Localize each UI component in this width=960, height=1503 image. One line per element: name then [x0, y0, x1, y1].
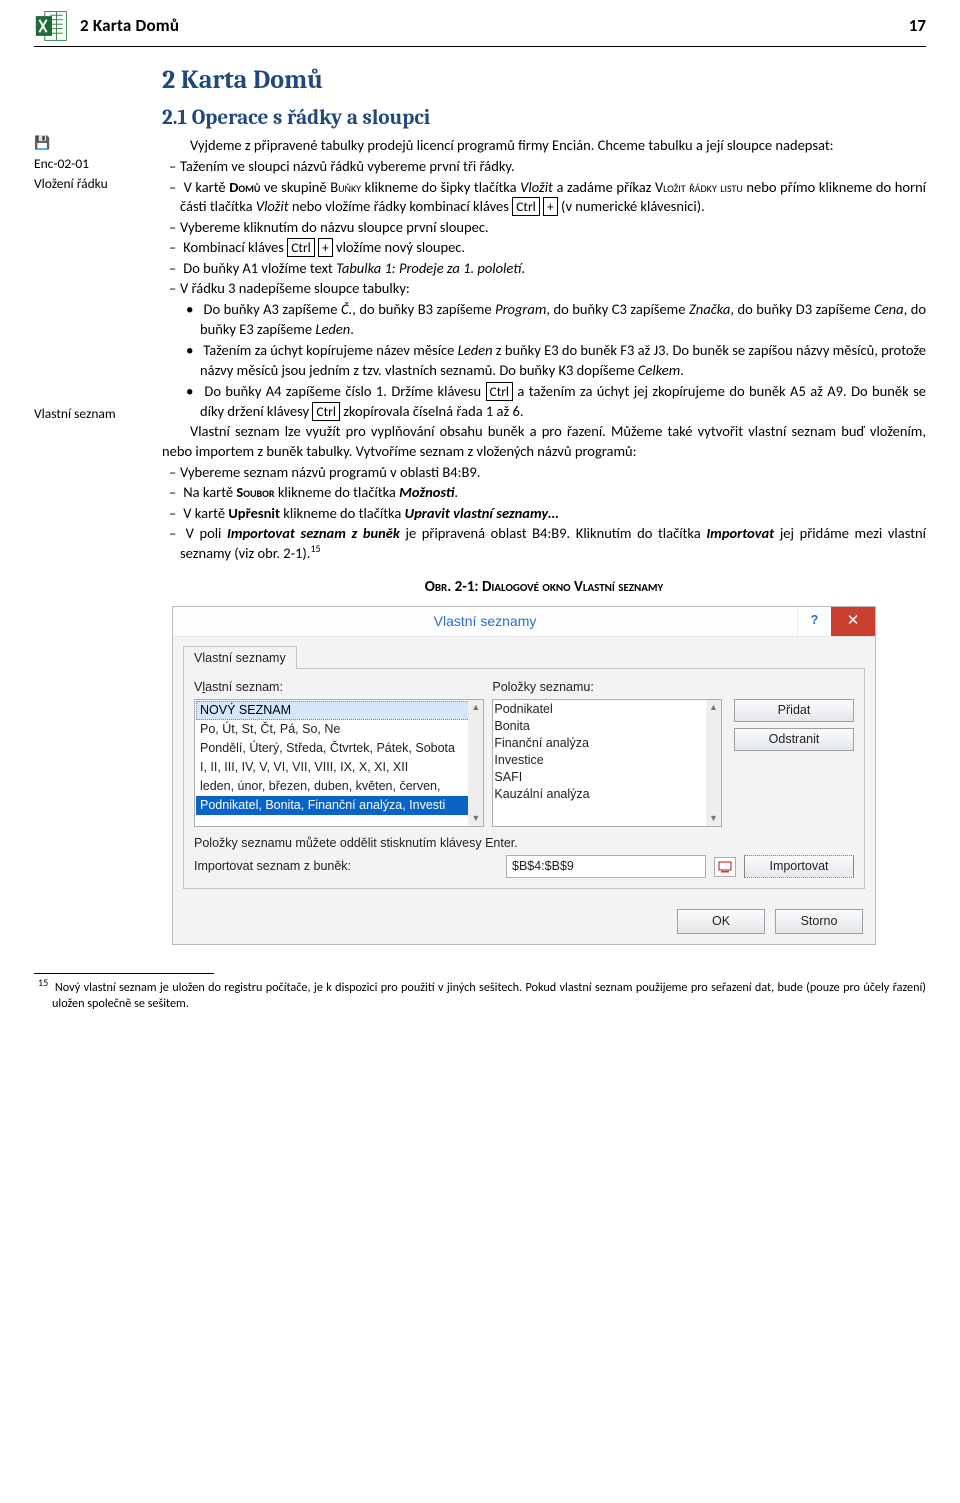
close-button[interactable]: ✕ — [831, 607, 875, 636]
margin-note-1-line-2: Vložení řádku — [34, 175, 154, 193]
margin-note-2: Vlastní seznam — [34, 405, 154, 423]
excel-icon — [34, 8, 70, 44]
help-button[interactable]: ? — [797, 607, 831, 636]
right-list-label: Položky seznamu: — [484, 679, 722, 696]
footnote-rule — [34, 973, 214, 974]
import-range-input[interactable]: $B$4:$B$9 — [506, 855, 706, 878]
tab-pane: Vlastní seznam: Položky seznamu: NOVÝ SE… — [183, 668, 865, 889]
import-label: Importovat seznam z buněk: — [194, 858, 351, 875]
list-item: Podnikatel — [494, 701, 720, 718]
page-header: 2 Karta Domů 17 — [34, 8, 926, 47]
intro-paragraph: Vyjdeme z připravené tabulky prodejů lic… — [162, 136, 926, 156]
kbd-ctrl: Ctrl — [287, 238, 315, 257]
import-button[interactable]: Importovat — [744, 855, 854, 878]
bullet: Kombinací kláves Ctrl + vložíme nový slo… — [162, 238, 926, 258]
scroll-up-icon[interactable]: ▲ — [468, 700, 483, 715]
margin-note-1-line-1: Enc-02-01 — [34, 155, 154, 173]
bullet: V kartě Upřesnit klikneme do tlačítka Up… — [162, 504, 926, 524]
main-content: 2 Karta Domů 2.1 Operace s řádky a sloup… — [154, 57, 926, 945]
kbd-plus: + — [318, 238, 333, 257]
scrollbar[interactable]: ▲▼ — [468, 700, 483, 826]
list-item: SAFI — [494, 769, 720, 786]
list-item: Finanční analýza — [494, 735, 720, 752]
disk-icon: 💾 — [34, 135, 154, 153]
list-item: Kauzální analýza — [494, 786, 720, 803]
bullet: Tažením ve sloupci názvů řádků vybereme … — [162, 157, 926, 177]
ok-button[interactable]: OK — [677, 909, 765, 934]
bullet: Vybereme seznam názvů programů v oblasti… — [162, 463, 926, 483]
list-item[interactable]: leden, únor, březen, duben, květen, červ… — [196, 777, 482, 796]
bullet: V řádku 3 nadepíšeme sloupce tabulky: — [162, 279, 926, 299]
bullet: Vybereme kliknutím do názvu sloupce prvn… — [162, 218, 926, 238]
sub-bullet: Do buňky A4 zapíšeme číslo 1. Držíme klá… — [162, 382, 926, 422]
heading-1: 2 Karta Domů — [162, 63, 926, 98]
add-button[interactable]: Přidat — [734, 699, 854, 722]
chapter-title: 2 Karta Domů — [80, 15, 909, 38]
bullet: Do buňky A1 vložíme text Tabulka 1: Prod… — [162, 259, 926, 279]
paragraph: Vlastní seznam lze využít pro vyplňování… — [162, 422, 926, 461]
list-item: Investice — [494, 752, 720, 769]
heading-2: 2.1 Operace s řádky a sloupci — [162, 104, 926, 132]
scroll-up-icon[interactable]: ▲ — [706, 700, 721, 715]
custom-lists-dialog: Vlastní seznamy ? ✕ Vlastní seznamy Vlas… — [172, 606, 876, 945]
bullet: V poli Importovat seznam z buněk je přip… — [162, 524, 926, 563]
kbd-ctrl: Ctrl — [512, 197, 540, 216]
figure-caption: Obr. 2-1: Dialogové okno Vlastní seznamy — [162, 577, 926, 597]
tab-custom-lists[interactable]: Vlastní seznamy — [183, 646, 297, 670]
hint-text: Položky seznamu můžete oddělit stisknutí… — [194, 835, 854, 852]
scrollbar[interactable]: ▲▼ — [706, 700, 721, 826]
list-item[interactable]: Pondělí, Úterý, Středa, Čtvrtek, Pátek, … — [196, 739, 482, 758]
list-item[interactable]: Po, Út, St, Čt, Pá, So, Ne — [196, 720, 482, 739]
page-number: 17 — [909, 15, 926, 38]
kbd-ctrl: Ctrl — [486, 382, 514, 401]
left-list-label: Vlastní seznam: — [194, 679, 484, 696]
dialog-title: Vlastní seznamy — [173, 607, 797, 636]
scroll-down-icon[interactable]: ▼ — [706, 811, 721, 826]
footnote-ref: 15 — [310, 542, 320, 555]
custom-lists-listbox[interactable]: NOVÝ SEZNAM Po, Út, St, Čt, Pá, So, Ne P… — [194, 699, 484, 827]
scroll-down-icon[interactable]: ▼ — [468, 811, 483, 826]
kbd-plus: + — [543, 197, 558, 216]
sub-bullet: Do buňky A3 zapíšeme Č., do buňky B3 zap… — [162, 300, 926, 340]
list-entries-listbox[interactable]: Podnikatel Bonita Finanční analýza Inves… — [492, 699, 722, 827]
list-item[interactable]: Podnikatel, Bonita, Finanční analýza, In… — [196, 796, 482, 815]
bullet: Na kartě Soubor klikneme do tlačítka Mož… — [162, 483, 926, 503]
range-picker-icon[interactable] — [714, 857, 736, 877]
list-item[interactable]: I, II, III, IV, V, VI, VII, VIII, IX, X,… — [196, 758, 482, 777]
list-item: Bonita — [494, 718, 720, 735]
footnote: 15 Nový vlastní seznam je uložen do regi… — [34, 980, 926, 1013]
list-item[interactable]: NOVÝ SEZNAM — [196, 701, 482, 720]
sub-bullet: Tažením za úchyt kopírujeme název měsíce… — [162, 341, 926, 381]
margin-notes: 💾 Enc-02-01 Vložení řádku Vlastní seznam — [34, 57, 154, 945]
dialog-titlebar: Vlastní seznamy ? ✕ — [173, 607, 875, 637]
kbd-ctrl: Ctrl — [312, 402, 340, 421]
cancel-button[interactable]: Storno — [775, 909, 863, 934]
delete-button[interactable]: Odstranit — [734, 728, 854, 751]
bullet: V kartě Domů ve skupině Buňky klikneme d… — [162, 178, 926, 217]
